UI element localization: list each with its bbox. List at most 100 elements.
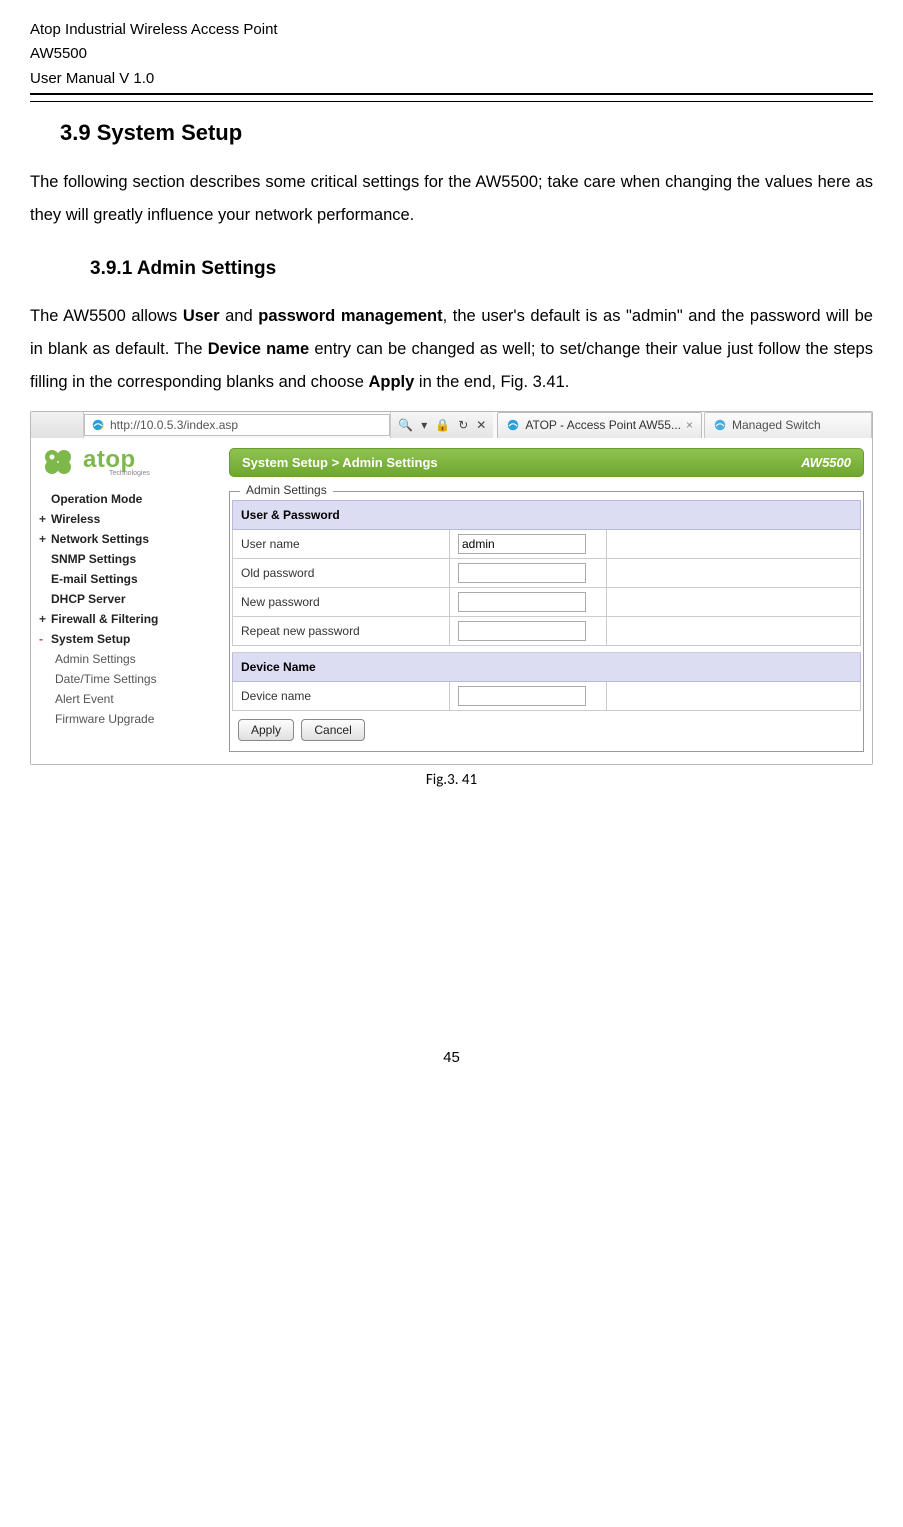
header-rule-thin — [30, 101, 873, 102]
text-run: in the end, Fig. 3.41. — [414, 373, 569, 391]
cell-old-password — [450, 558, 607, 587]
panel-legend: Admin Settings — [240, 483, 333, 497]
spacer — [607, 681, 861, 710]
section-device-name: Device Name — [233, 652, 861, 681]
text-run: and — [220, 307, 259, 325]
nav-wireless[interactable]: +Wireless — [39, 509, 211, 529]
breadcrumb-path: System Setup > Admin Settings — [242, 455, 438, 470]
section-heading: 3.9 System Setup — [60, 120, 873, 146]
nav-admin-settings[interactable]: Admin Settings — [55, 649, 211, 669]
label-new-password: New password — [233, 587, 450, 616]
tab-active-label: ATOP - Access Point AW55... — [525, 418, 681, 432]
tab-inactive-label: Managed Switch — [732, 418, 821, 432]
section-header: User & Password — [233, 500, 861, 529]
logo-text: atop — [83, 448, 150, 472]
nav-menu: Operation Mode +Wireless +Network Settin… — [39, 489, 211, 729]
url-field[interactable]: http://10.0.5.3/index.asp — [84, 414, 390, 436]
tab-strip: ATOP - Access Point AW55... × Managed Sw… — [493, 412, 872, 438]
button-row: Apply Cancel — [232, 719, 861, 741]
cell-device-name — [450, 681, 607, 710]
logo: atop Technologies — [39, 448, 211, 477]
bold-user: User — [183, 307, 220, 325]
ie-icon — [506, 418, 520, 432]
refresh-icon[interactable]: ↻ — [455, 418, 471, 432]
nav-label: System Setup — [51, 632, 130, 646]
figure-screenshot: http://10.0.5.3/index.asp 🔍 ▾ 🔒 ↻ ✕ ATOP… — [30, 411, 873, 789]
clover-icon — [39, 448, 81, 476]
figure-caption: Fig.3. 41 — [30, 771, 873, 789]
breadcrumb-model: AW5500 — [801, 455, 851, 470]
cell-repeat-password — [450, 616, 607, 645]
text-run: The AW5500 allows — [30, 307, 183, 325]
cell-user-name — [450, 529, 607, 558]
subsection-paragraph: The AW5500 allows User and password mana… — [30, 300, 873, 399]
breadcrumb: System Setup > Admin Settings AW5500 — [229, 448, 864, 477]
bold-device-name: Device name — [208, 340, 309, 358]
url-text: http://10.0.5.3/index.asp — [110, 418, 238, 432]
admin-settings-panel: Admin Settings User & Password User name — [229, 491, 864, 752]
subsection-heading: 3.9.1 Admin Settings — [90, 258, 873, 280]
input-old-password[interactable] — [458, 563, 586, 583]
label-user-name: User name — [233, 529, 450, 558]
nav-snmp-settings[interactable]: SNMP Settings — [39, 549, 211, 569]
apply-button[interactable]: Apply — [238, 719, 294, 741]
bold-password-management: password management — [258, 307, 442, 325]
nav-label: Wireless — [51, 512, 100, 526]
content-area: System Setup > Admin Settings AW5500 Adm… — [229, 448, 864, 752]
label-old-password: Old password — [233, 558, 450, 587]
section-header: Device Name — [233, 652, 861, 681]
tab-active[interactable]: ATOP - Access Point AW55... × — [497, 412, 702, 438]
nav-firmware-upgrade[interactable]: Firmware Upgrade — [55, 709, 211, 729]
input-repeat-password[interactable] — [458, 621, 586, 641]
nav-label: Network Settings — [51, 532, 149, 546]
row-new-password: New password — [233, 587, 861, 616]
page-number: 45 — [30, 1049, 873, 1086]
input-user-name[interactable] — [458, 534, 586, 554]
label-repeat-password: Repeat new password — [233, 616, 450, 645]
nav-label: E-mail Settings — [51, 572, 138, 586]
logo-subtext: Technologies — [109, 470, 150, 477]
nav-datetime-settings[interactable]: Date/Time Settings — [55, 669, 211, 689]
input-device-name[interactable] — [458, 686, 586, 706]
nav-dhcp-server[interactable]: DHCP Server — [39, 589, 211, 609]
doc-header-line1: Atop Industrial Wireless Access Point — [30, 20, 873, 40]
nav-alert-event[interactable]: Alert Event — [55, 689, 211, 709]
url-controls: 🔍 ▾ 🔒 ↻ ✕ — [390, 412, 493, 438]
settings-table: User & Password User name Old password — [232, 500, 861, 711]
cell-new-password — [450, 587, 607, 616]
row-device-name: Device name — [233, 681, 861, 710]
lock-icon: 🔒 — [432, 418, 453, 432]
row-gap — [233, 645, 861, 652]
nav-system-setup-children: Admin Settings Date/Time Settings Alert … — [39, 649, 211, 729]
bold-apply: Apply — [368, 373, 414, 391]
cancel-button[interactable]: Cancel — [301, 719, 364, 741]
nav-system-setup[interactable]: -System Setup — [39, 629, 211, 649]
spacer — [607, 616, 861, 645]
spacer — [607, 529, 861, 558]
section-user-password: User & Password — [233, 500, 861, 529]
doc-header-line3: User Manual V 1.0 — [30, 69, 873, 89]
close-icon[interactable]: × — [686, 418, 693, 432]
nav-network-settings[interactable]: +Network Settings — [39, 529, 211, 549]
stop-icon[interactable]: ✕ — [473, 418, 489, 432]
dropdown-icon[interactable]: ▾ — [418, 418, 430, 432]
search-icon[interactable]: 🔍 — [395, 418, 416, 432]
nav-label: Operation Mode — [51, 492, 142, 506]
row-user-name: User name — [233, 529, 861, 558]
nav-firewall-filtering[interactable]: +Firewall & Filtering — [39, 609, 211, 629]
label-device-name: Device name — [233, 681, 450, 710]
spacer — [607, 558, 861, 587]
tab-inactive[interactable]: Managed Switch — [704, 412, 872, 438]
row-repeat-password: Repeat new password — [233, 616, 861, 645]
webpage-body: atop Technologies Operation Mode +Wirele… — [31, 438, 872, 764]
nav-buttons-area[interactable] — [31, 412, 84, 438]
doc-header-line2: AW5500 — [30, 44, 873, 64]
nav-label: Firewall & Filtering — [51, 612, 158, 626]
nav-email-settings[interactable]: E-mail Settings — [39, 569, 211, 589]
input-new-password[interactable] — [458, 592, 586, 612]
nav-label: SNMP Settings — [51, 552, 136, 566]
spacer — [607, 587, 861, 616]
nav-operation-mode[interactable]: Operation Mode — [39, 489, 211, 509]
row-old-password: Old password — [233, 558, 861, 587]
browser-window: http://10.0.5.3/index.asp 🔍 ▾ 🔒 ↻ ✕ ATOP… — [30, 411, 873, 765]
